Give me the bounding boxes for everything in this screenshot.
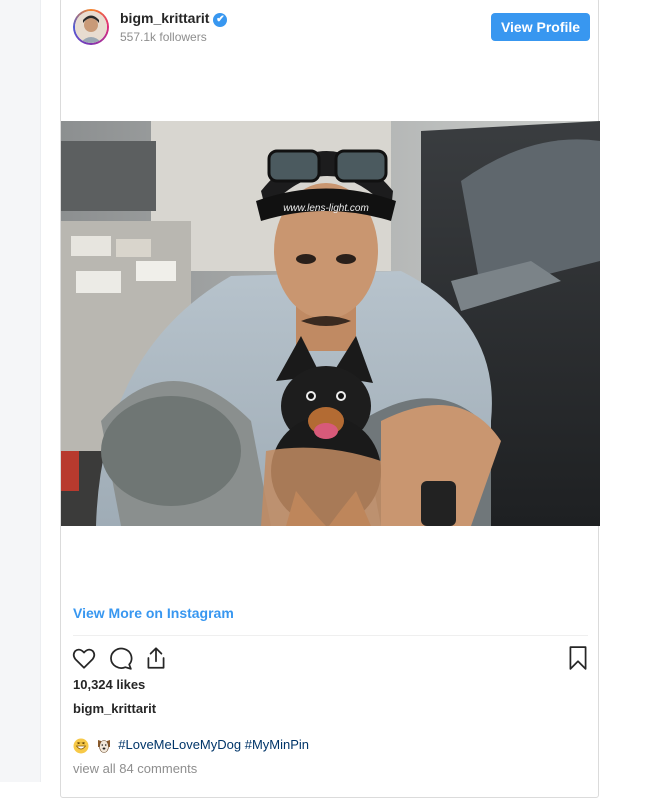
avatar[interactable] [73, 9, 109, 45]
comment-icon[interactable] [107, 645, 133, 671]
hashtag-link[interactable]: #LoveMeLoveMyDog [118, 737, 241, 752]
share-icon[interactable] [143, 645, 169, 671]
hashtag-link[interactable]: #MyMinPin [245, 737, 309, 752]
bookmark-icon[interactable] [565, 645, 591, 671]
grinning-face-emoji-icon [73, 738, 89, 754]
view-comments-link[interactable]: view all 84 comments [73, 761, 197, 776]
dog-face-emoji-icon [96, 738, 112, 754]
likes-count: 10,324 likes [73, 677, 146, 692]
action-bar [71, 645, 590, 673]
followers-count: 557.1k followers [120, 30, 207, 44]
page-left-gutter [0, 0, 41, 782]
cap-print-text: www.lens-light.com [283, 203, 369, 214]
instagram-embed: bigm_krittarit ✔ 557.1k followers View Pr… [60, 0, 600, 798]
post-photo[interactable]: www.lens-light.com [61, 121, 600, 526]
verified-badge-icon: ✔ [213, 13, 228, 27]
view-more-link[interactable]: View More on Instagram [73, 605, 234, 621]
view-profile-button[interactable]: View Profile [491, 13, 590, 41]
caption-username[interactable]: bigm_krittarit [73, 701, 156, 716]
avatar-image [75, 11, 107, 43]
divider [73, 635, 588, 636]
heart-icon[interactable] [71, 645, 97, 671]
username[interactable]: bigm_krittarit ✔ [120, 10, 228, 27]
caption: #LoveMeLoveMyDog #MyMinPin [73, 737, 309, 754]
embed-header: bigm_krittarit ✔ 557.1k followers View Pr… [61, 0, 600, 57]
